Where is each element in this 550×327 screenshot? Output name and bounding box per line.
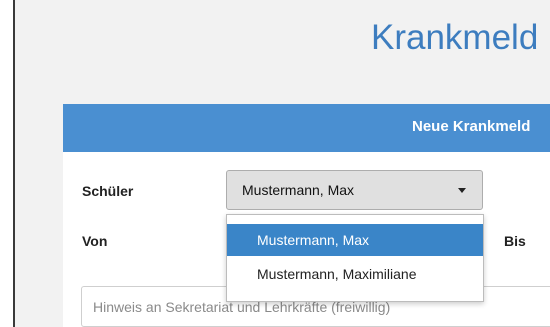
card-header-title: Neue Krankmeld bbox=[412, 118, 531, 135]
caret-down-icon bbox=[458, 188, 466, 193]
bis-label: Bis bbox=[504, 233, 526, 249]
von-label: Von bbox=[82, 233, 108, 249]
page-title: Krankmeld bbox=[371, 18, 539, 57]
dropdown-option-mustermann-max[interactable]: Mustermann, Max bbox=[227, 224, 483, 256]
schueler-dropdown: Mustermann, Max Mustermann, Maximiliane bbox=[226, 214, 484, 302]
schueler-select-value: Mustermann, Max bbox=[242, 182, 355, 198]
card-header: Neue Krankmeld bbox=[63, 104, 550, 152]
schueler-label: Schüler bbox=[82, 183, 134, 199]
schueler-select[interactable]: Mustermann, Max bbox=[226, 170, 483, 210]
dropdown-option-mustermann-maximiliane[interactable]: Mustermann, Maximiliane bbox=[227, 258, 483, 290]
